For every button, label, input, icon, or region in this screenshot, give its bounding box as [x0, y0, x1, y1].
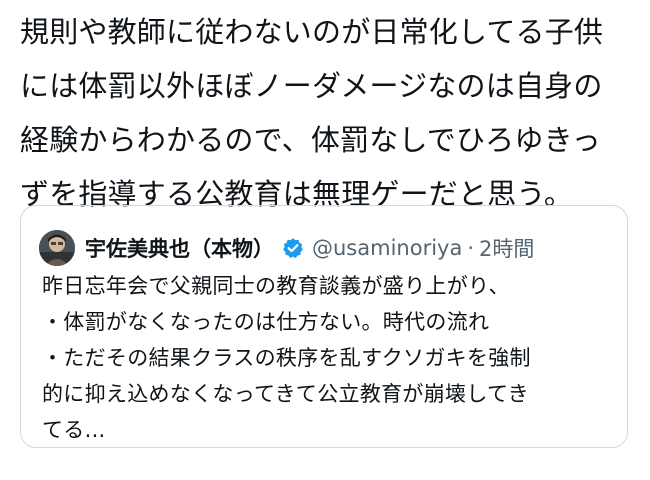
separator-dot: · [467, 236, 475, 260]
verified-badge-icon [283, 238, 303, 258]
quoted-text-line: 的に抑え込めなくなってきて公立教育が崩壊してき [42, 382, 529, 406]
author-name[interactable]: 宇佐美典也（本物） [85, 233, 274, 263]
quoted-post-card[interactable]: 宇佐美典也（本物） @usaminoriya · 2時間 昨日忘年会で父親同士の… [20, 205, 628, 448]
quoted-text-line: てる... [42, 418, 106, 442]
quoted-post-header: 宇佐美典也（本物） @usaminoriya · 2時間 [39, 228, 534, 268]
avatar[interactable] [39, 230, 75, 266]
author-handle[interactable]: @usaminoriya [312, 236, 462, 260]
post-text-line: には体罰以外ほぼノーダメージなのは自身の [20, 69, 603, 103]
post-text: 規則や教師に従わないのが日常化してる子供 には体罰以外ほぼノーダメージなのは自身… [20, 0, 635, 221]
post-timestamp[interactable]: 2時間 [479, 233, 534, 263]
post-text-line: 経験からわかるので、体罰なしでひろゆきっ [20, 123, 601, 157]
quoted-text-line: ・体罰がなくなったのは仕方ない。時代の流れ [42, 310, 490, 334]
post-text-line: 規則や教師に従わないのが日常化してる子供 [20, 15, 604, 49]
quoted-text-line: 昨日忘年会で父親同士の教育談義が盛り上がり、 [42, 274, 510, 298]
quoted-post-text: 昨日忘年会で父親同士の教育談義が盛り上がり、 ・体罰がなくなったのは仕方ない。時… [42, 266, 617, 447]
quoted-text-line: ・ただその結果クラスの秩序を乱すクソガキを強制 [42, 346, 531, 370]
